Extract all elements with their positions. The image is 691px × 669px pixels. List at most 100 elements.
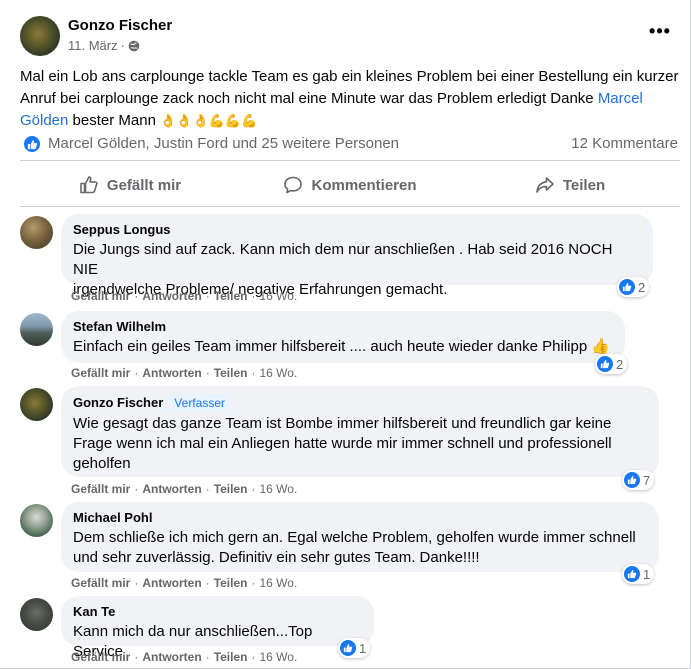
comment-like-link[interactable]: Gefällt mir [71, 482, 130, 496]
commenter-avatar[interactable] [20, 598, 53, 631]
comment-bubble: Kan Te Kann mich da nur anschließen...To… [61, 596, 374, 660]
separator: · [251, 650, 256, 664]
comment-reply-link[interactable]: Antworten [142, 366, 201, 380]
comment-line: geholfen [73, 455, 131, 472]
comment-like-link[interactable]: Gefällt mir [71, 366, 130, 380]
facebook-post: Gonzo Fischer 11. März · ••• Mal ein Lob… [0, 0, 691, 669]
separator: · [134, 289, 139, 303]
post-header: Gonzo Fischer 11. März · ••• [20, 14, 680, 58]
reactors-text[interactable]: Marcel Gölden, Justin Ford und 25 weiter… [48, 135, 399, 152]
like-reaction-icon [597, 356, 613, 372]
commenter-name-text[interactable]: Gonzo Fischer [73, 395, 163, 411]
commenter-avatar[interactable] [20, 216, 53, 249]
comment-like-link[interactable]: Gefällt mir [71, 650, 130, 664]
like-reaction-icon [624, 566, 640, 582]
comment-line: Frage wenn ich mal ein Anliegen hatte wu… [73, 435, 612, 452]
separator: · [205, 289, 210, 303]
comment-share-link[interactable]: Teilen [214, 650, 248, 664]
comment-reply-link[interactable]: Antworten [142, 576, 201, 590]
comment-reply-link[interactable]: Antworten [142, 289, 201, 303]
like-reaction-icon [340, 640, 356, 656]
globe-icon [128, 40, 140, 51]
author-badge: Verfasser [169, 394, 230, 412]
separator: · [134, 650, 139, 664]
comment-time[interactable]: 16 Wo. [259, 482, 297, 496]
commenter-name[interactable]: Stefan Wilhelm [73, 319, 613, 335]
reaction-count: 2 [616, 356, 624, 372]
commenter-name[interactable]: Gonzo Fischer Verfasser [73, 394, 647, 412]
commenter-name[interactable]: Kan Te [73, 604, 362, 620]
comment-share-link[interactable]: Teilen [214, 366, 248, 380]
author-avatar[interactable] [20, 16, 60, 56]
comment-line: Einfach ein geiles Team immer hilfsberei… [73, 338, 611, 355]
comment-label: Kommentieren [311, 176, 417, 194]
commenter-avatar[interactable] [20, 388, 53, 421]
thumbs-up-icon [80, 176, 98, 194]
share-label: Teilen [562, 176, 606, 194]
separator: · [251, 576, 256, 590]
post-text-part1: Mal ein Lob ans carplounge tackle Team e… [20, 68, 679, 107]
separator: · [205, 482, 210, 496]
comment-reaction-count[interactable]: 7 [622, 470, 655, 490]
reaction-count: 1 [359, 640, 367, 656]
comment-reply-link[interactable]: Antworten [142, 650, 201, 664]
reactions-summary: Marcel Gölden, Justin Ford und 25 weiter… [20, 133, 680, 155]
post-text: Mal ein Lob ans carplounge tackle Team e… [20, 66, 680, 132]
separator: · [251, 482, 256, 496]
separator: · [205, 576, 210, 590]
comment-line: Dem schließe ich mich gern an. Egal welc… [73, 529, 636, 546]
comment-bubble: Stefan Wilhelm Einfach ein geiles Team i… [61, 311, 625, 363]
meta-separator: · [120, 38, 125, 53]
post-date[interactable]: 11. März [68, 38, 118, 53]
comment-share-link[interactable]: Teilen [214, 576, 248, 590]
commenter-name-text[interactable]: Seppus Longus [73, 222, 171, 238]
comment-reaction-count[interactable]: 2 [595, 354, 628, 374]
comment-button[interactable]: Kommentieren [240, 167, 460, 203]
comment-actions: Gefällt mir · Antworten · Teilen · 16 Wo… [71, 482, 297, 496]
like-reaction-icon [624, 472, 640, 488]
share-button[interactable]: Teilen [460, 167, 680, 203]
like-reaction-icon [619, 279, 635, 295]
comment-time[interactable]: 16 Wo. [259, 366, 297, 380]
divider [20, 206, 680, 207]
comment-count[interactable]: 12 Kommentare [571, 135, 678, 152]
comment-reaction-count[interactable]: 1 [338, 638, 371, 658]
comment-like-link[interactable]: Gefällt mir [71, 576, 130, 590]
commenter-avatar[interactable] [20, 313, 53, 346]
more-options-button[interactable]: ••• [648, 22, 672, 44]
like-button[interactable]: Gefällt mir [20, 167, 240, 203]
comment-time[interactable]: 16 Wo. [259, 576, 297, 590]
comment-like-link[interactable]: Gefällt mir [71, 289, 130, 303]
comment-actions: Gefällt mir · Antworten · Teilen · 16 Wo… [71, 366, 297, 380]
comment-time[interactable]: 16 Wo. [259, 289, 297, 303]
separator: · [134, 366, 139, 380]
commenter-name[interactable]: Michael Pohl [73, 510, 647, 526]
author-name[interactable]: Gonzo Fischer [68, 17, 172, 34]
comment-reaction-count[interactable]: 2 [617, 277, 650, 297]
commenter-name-text[interactable]: Michael Pohl [73, 510, 152, 526]
comment-text: Einfach ein geiles Team immer hilfsberei… [73, 337, 613, 357]
commenter-name[interactable]: Seppus Longus [73, 222, 641, 238]
reaction-count: 7 [643, 472, 651, 488]
comment-reaction-count[interactable]: 1 [622, 564, 655, 584]
comment-actions: Gefällt mir · Antworten · Teilen · 16 Wo… [71, 576, 297, 590]
separator: · [205, 366, 210, 380]
comment-text: Wie gesagt das ganze Team ist Bombe imme… [73, 414, 647, 474]
comment-bubble: Gonzo Fischer Verfasser Wie gesagt das ga… [61, 386, 659, 477]
post-meta: 11. März · [68, 38, 140, 53]
comment-bubble: Michael Pohl Dem schließe ich mich gern … [61, 502, 659, 572]
comment-share-link[interactable]: Teilen [214, 289, 248, 303]
reaction-count: 2 [638, 279, 646, 295]
commenter-name-text[interactable]: Kan Te [73, 604, 115, 620]
post-text-part2: bester Mann [68, 112, 161, 129]
separator: · [134, 576, 139, 590]
comment-time[interactable]: 16 Wo. [259, 650, 297, 664]
commenter-avatar[interactable] [20, 504, 53, 537]
comment-line: und sehr zuverlässig. Definitiv ein sehr… [73, 549, 480, 566]
comment-line: Die Jungs sind auf zack. Kann mich dem n… [73, 241, 613, 278]
comment-reply-link[interactable]: Antworten [142, 482, 201, 496]
commenter-name-text[interactable]: Stefan Wilhelm [73, 319, 166, 335]
comment-share-link[interactable]: Teilen [214, 482, 248, 496]
comment-line: Wie gesagt das ganze Team ist Bombe imme… [73, 415, 612, 432]
comment-actions: Gefällt mir · Antworten · Teilen · 16 Wo… [71, 650, 297, 664]
